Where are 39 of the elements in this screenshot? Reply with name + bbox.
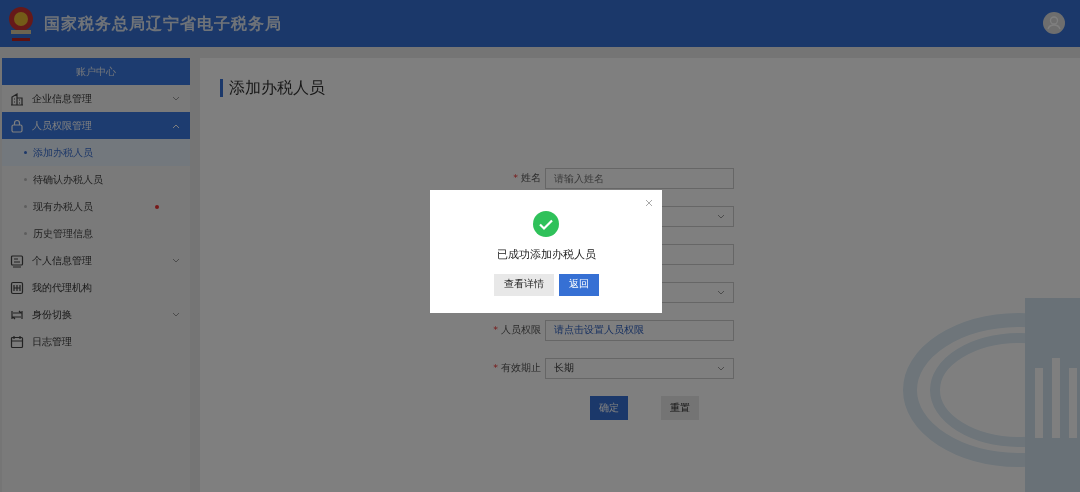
field-label: * 姓名: [512, 171, 542, 186]
sidebar-item[interactable]: 日志管理: [2, 328, 190, 355]
permission-field[interactable]: 请点击设置人员权限: [545, 320, 734, 341]
chevron-up-icon: [172, 122, 180, 129]
building-icon: [10, 91, 24, 106]
submenu-item[interactable]: 添加办税人员: [2, 139, 190, 166]
submenu-item[interactable]: 现有办税人员: [2, 193, 190, 220]
sidebar-item[interactable]: 我的代理机构: [2, 274, 190, 301]
select-field[interactable]: 长期: [545, 358, 734, 379]
field-label: * 人员权限: [492, 323, 542, 338]
success-check-icon: [533, 211, 559, 237]
close-icon[interactable]: [645, 199, 653, 207]
chevron-down-icon: [172, 95, 180, 102]
sidebar-header: 账户中心: [2, 58, 190, 85]
site-title: 国家税务总局辽宁省电子税务局: [44, 12, 282, 35]
chevron-down-icon: [717, 213, 725, 220]
back-button[interactable]: 返回: [558, 273, 599, 296]
chevron-down-icon: [717, 289, 725, 296]
success-message: 已成功添加办税人员: [496, 247, 596, 263]
id-card-icon: [10, 253, 24, 268]
chevron-down-icon: [717, 365, 725, 372]
calendar-icon: [10, 334, 24, 349]
user-avatar-icon[interactable]: [1043, 12, 1065, 34]
reset-button[interactable]: 重置: [661, 396, 699, 420]
submenu-item[interactable]: 历史管理信息: [2, 220, 190, 247]
sidebar-item[interactable]: 身份切换: [2, 301, 190, 328]
confirm-button[interactable]: 确定: [590, 396, 628, 420]
chevron-down-icon: [172, 257, 180, 264]
sidebar-item[interactable]: 人员权限管理: [2, 112, 190, 139]
lock-icon: [10, 118, 24, 133]
grid-icon: [10, 280, 24, 295]
sidebar-item[interactable]: 企业信息管理: [2, 85, 190, 112]
chevron-down-icon: [172, 311, 180, 318]
field-label: * 有效期止: [492, 361, 542, 376]
submenu-item[interactable]: 待确认办税人员: [2, 166, 190, 193]
details-button[interactable]: 查看详情: [493, 273, 554, 296]
bullet-icon: [24, 151, 27, 154]
page-title: 添加办税人员: [220, 79, 325, 97]
sidebar-item[interactable]: 个人信息管理: [2, 247, 190, 274]
